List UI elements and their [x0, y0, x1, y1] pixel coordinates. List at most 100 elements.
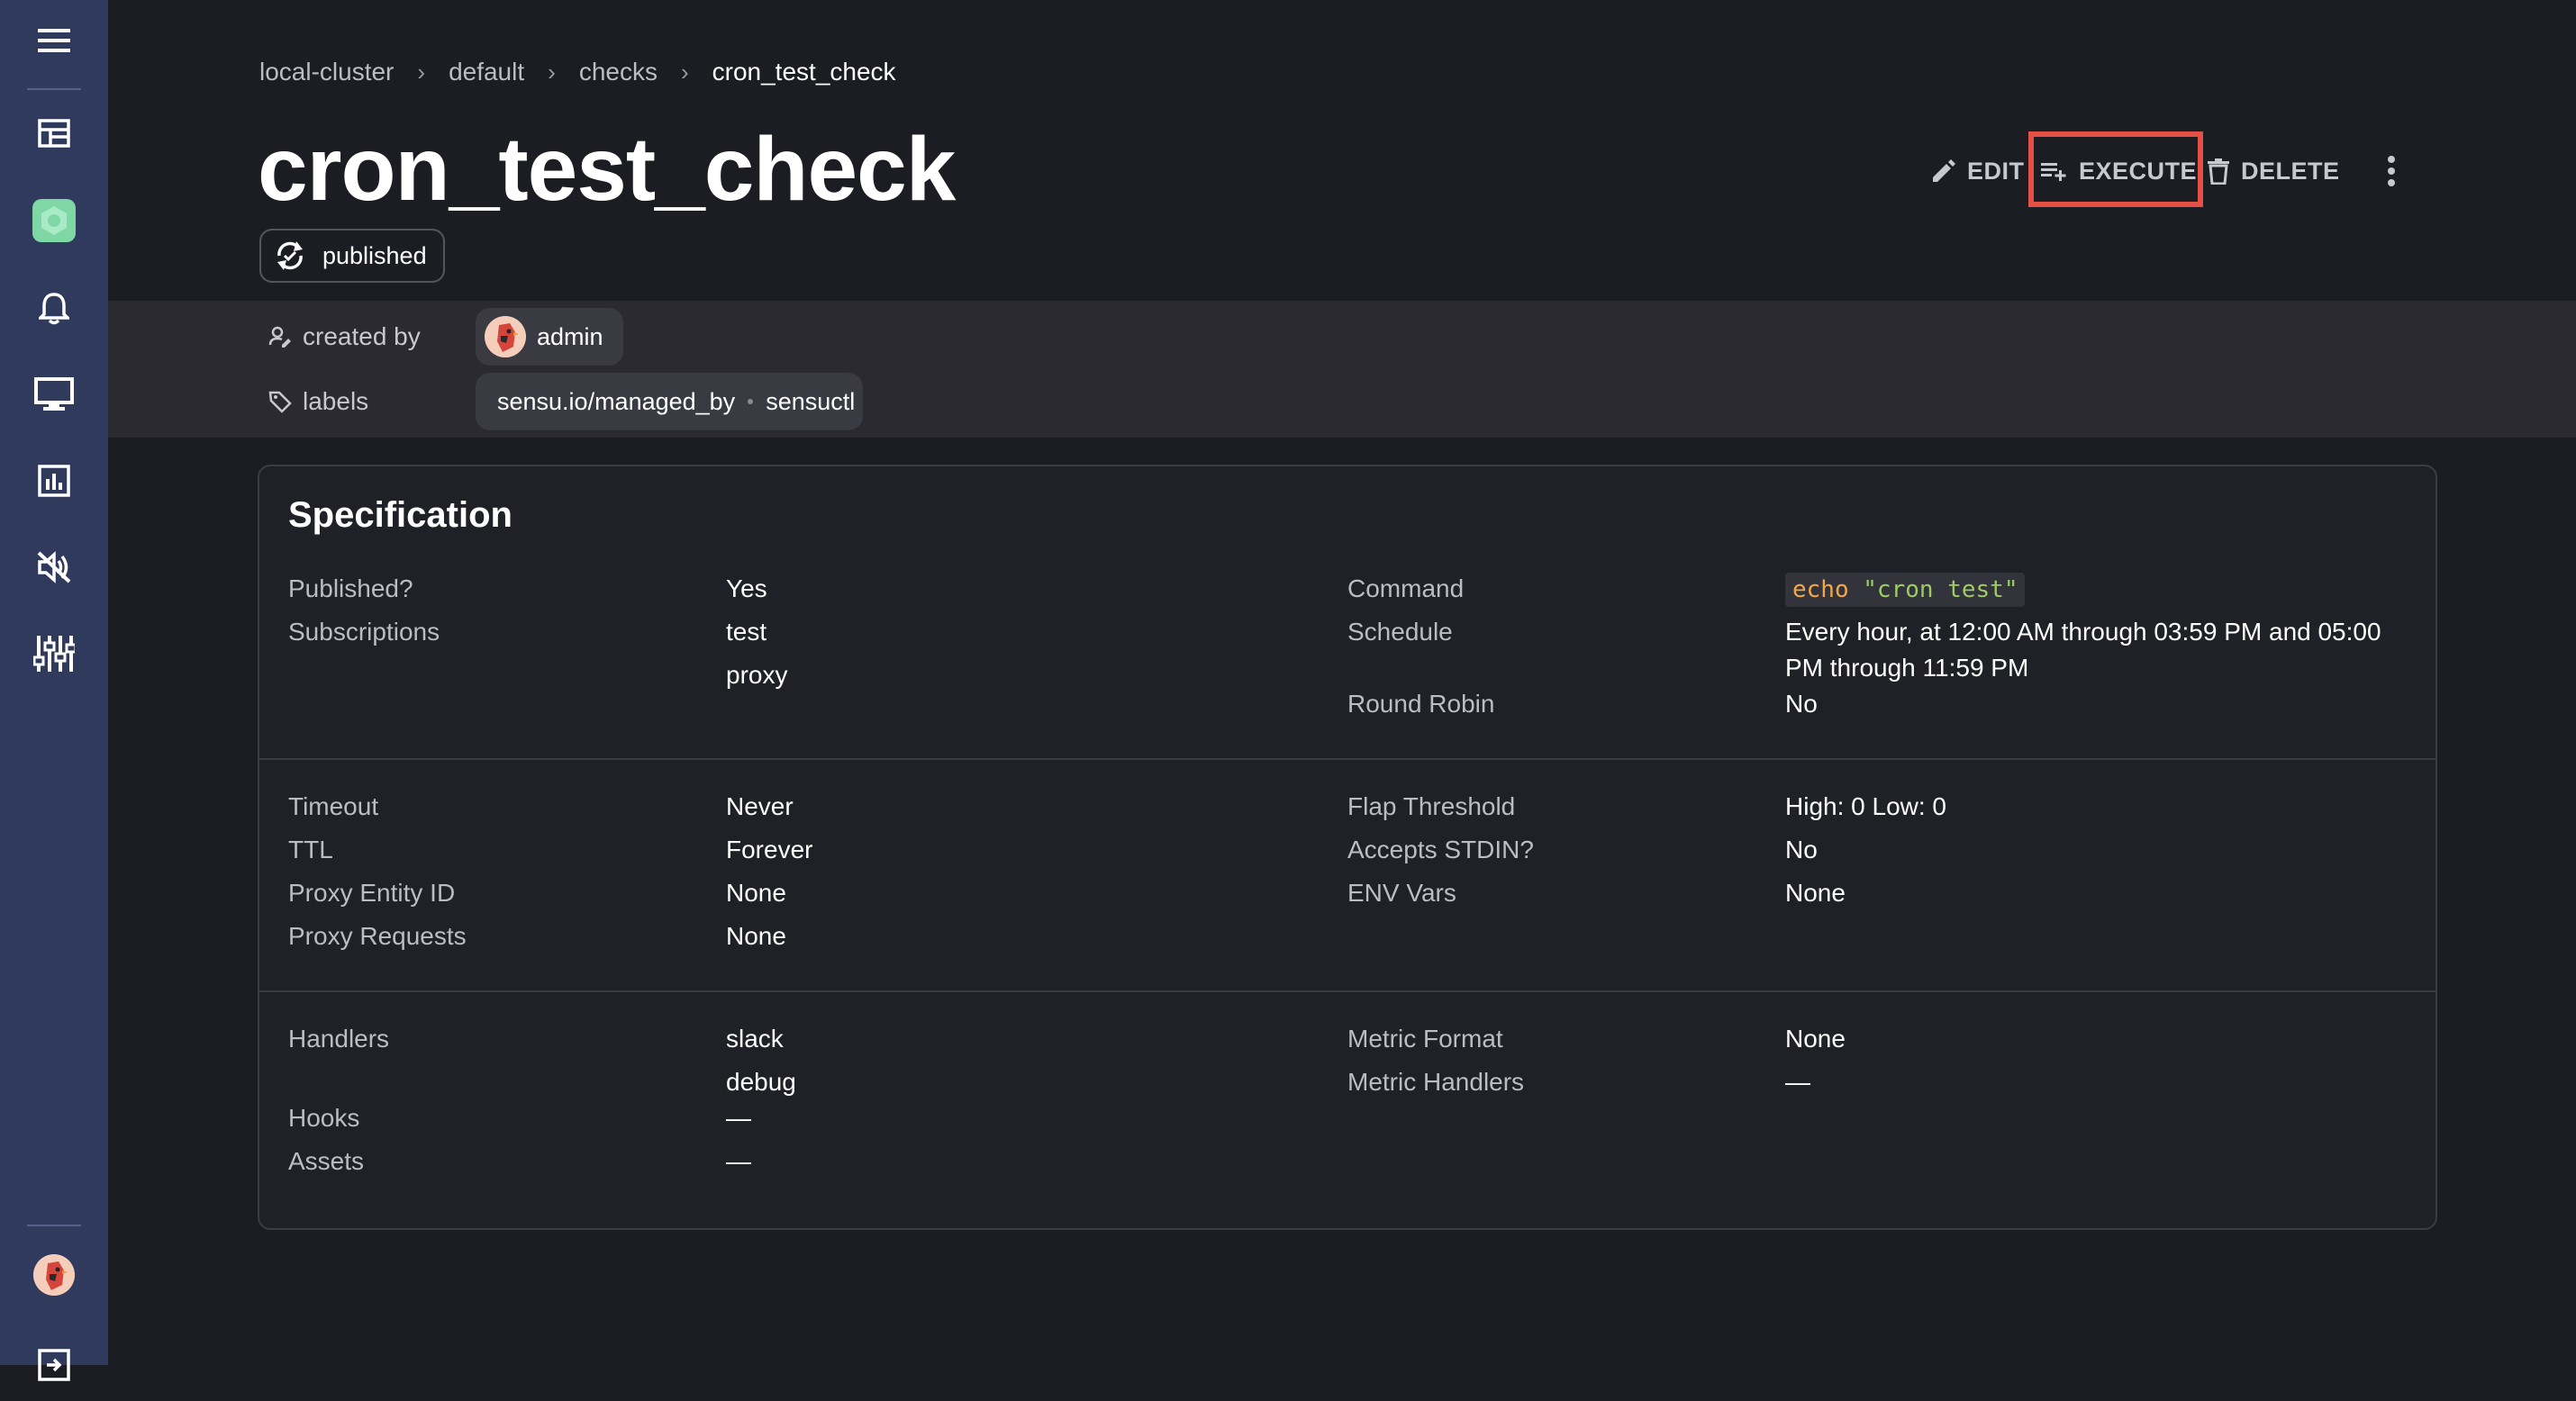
label-separator-dot	[748, 399, 754, 404]
breadcrumb-checks[interactable]: checks	[579, 58, 658, 86]
created-by-label: created by	[268, 319, 421, 355]
ttl-value: Forever	[726, 836, 813, 863]
user-avatar-button[interactable]	[0, 1239, 108, 1311]
flap-threshold-value: High: 0 Low: 0	[1785, 792, 1946, 820]
sliders-icon	[33, 636, 75, 672]
status-badge-label: published	[322, 241, 427, 269]
avatar	[33, 1254, 75, 1296]
hooks-value: —	[726, 1104, 751, 1132]
timeout-value: Never	[726, 792, 794, 820]
menu-button[interactable]	[0, 5, 108, 77]
more-vert-icon	[2388, 156, 2395, 186]
more-options-button[interactable]	[2378, 135, 2405, 207]
status-badge: published	[259, 229, 445, 283]
breadcrumb-cluster[interactable]: local-cluster	[259, 58, 394, 86]
env-vars-value: None	[1785, 879, 1846, 907]
sidebar-item-configuration[interactable]	[0, 618, 108, 690]
schedule-label: Schedule	[1347, 618, 1453, 646]
created-by-chip[interactable]: admin	[476, 308, 623, 366]
namespace-icon	[32, 199, 76, 242]
breadcrumb-separator: ›	[680, 58, 689, 86]
trash-icon	[2208, 158, 2229, 185]
edit-button-label: EDIT	[1967, 157, 2025, 185]
proxy-requests-label: Proxy Requests	[288, 922, 467, 950]
subscription-item[interactable]: test	[726, 614, 766, 650]
edit-button[interactable]: EDIT	[1929, 135, 2025, 207]
dashboard-icon	[38, 119, 70, 148]
schedule-value-line1: Every hour, at 12:00 AM through 03:59 PM…	[1785, 618, 2381, 646]
label-key: sensu.io/managed_by	[497, 387, 736, 415]
sidebar-item-dashboard[interactable]	[0, 97, 108, 169]
menu-icon	[38, 29, 70, 52]
accepts-stdin-value: No	[1785, 836, 1818, 863]
handler-item[interactable]: debug	[726, 1064, 796, 1100]
subscriptions-label: Subscriptions	[288, 618, 440, 646]
sidebar-item-silences[interactable]	[0, 531, 108, 603]
metric-handlers-label: Metric Handlers	[1347, 1068, 1525, 1096]
assets-label: Assets	[288, 1147, 365, 1175]
user-edit-icon	[268, 326, 291, 348]
label-value: sensuctl	[766, 387, 856, 415]
metric-handlers-value: —	[1785, 1068, 1810, 1096]
published-value: Yes	[726, 574, 767, 602]
proxy-entity-label: Proxy Entity ID	[288, 879, 456, 907]
bell-icon	[39, 293, 69, 325]
subscription-item[interactable]: proxy	[726, 657, 787, 693]
hooks-label: Hooks	[288, 1104, 360, 1132]
command-value: echo "cron test"	[1785, 573, 2026, 607]
command-string: "cron test"	[1863, 576, 2018, 603]
exit-icon	[38, 1349, 70, 1381]
section-divider	[259, 758, 2435, 760]
breadcrumb-separator: ›	[548, 58, 556, 86]
round-robin-label: Round Robin	[1347, 690, 1495, 718]
round-robin-value: No	[1785, 690, 1818, 718]
sidebar-item-checks[interactable]	[0, 445, 108, 517]
created-by-user: admin	[537, 322, 603, 350]
section-divider	[259, 990, 2435, 992]
command-keyword: echo	[1792, 576, 1849, 603]
monitor-icon	[34, 377, 74, 411]
labels-text: labels	[303, 387, 369, 415]
label-chip[interactable]: sensu.io/managed_by sensuctl	[476, 373, 863, 430]
handlers-label: Handlers	[288, 1025, 390, 1053]
env-vars-label: ENV Vars	[1347, 879, 1456, 907]
specification-title: Specification	[288, 495, 512, 535]
breadcrumb-current: cron_test_check	[712, 58, 896, 86]
accepts-stdin-label: Accepts STDIN?	[1347, 836, 1534, 863]
handler-item[interactable]: slack	[726, 1021, 784, 1057]
breadcrumb-separator: ›	[417, 58, 426, 86]
sidebar-divider	[27, 88, 81, 90]
proxy-entity-value: None	[726, 879, 786, 907]
execute-highlight-box	[2028, 131, 2203, 207]
specification-card: Specification Published? Yes Subscriptio…	[258, 465, 2437, 1230]
breadcrumb-namespace[interactable]: default	[449, 58, 524, 86]
pencil-icon	[1933, 159, 1955, 182]
created-by-text: created by	[303, 322, 421, 350]
sidebar	[0, 0, 108, 1381]
published-label: Published?	[288, 574, 413, 602]
avatar	[485, 316, 526, 357]
delete-button-label: DELETE	[2241, 157, 2340, 185]
sidebar-divider	[27, 1225, 81, 1226]
assets-value: —	[726, 1147, 751, 1175]
page-title: cron_test_check	[258, 119, 956, 220]
published-icon	[277, 241, 303, 270]
sidebar-item-events[interactable]	[0, 272, 108, 344]
proxy-requests-value: None	[726, 922, 786, 950]
ttl-label: TTL	[288, 836, 333, 863]
flap-threshold-label: Flap Threshold	[1347, 792, 1516, 820]
delete-button[interactable]: DELETE	[2207, 135, 2340, 207]
sidebar-item-logout[interactable]	[0, 1329, 108, 1401]
sidebar-item-entities[interactable]	[0, 358, 108, 430]
chart-icon	[38, 465, 70, 497]
labels-label: labels	[268, 384, 368, 420]
breadcrumb: local-cluster › default › checks › cron_…	[259, 56, 896, 88]
command-label: Command	[1347, 574, 1465, 602]
timeout-label: Timeout	[288, 792, 379, 820]
sidebar-item-namespace[interactable]	[0, 185, 108, 257]
volume-off-icon	[37, 551, 71, 583]
metric-format-label: Metric Format	[1347, 1025, 1503, 1053]
schedule-value-line2: PM through 11:59 PM	[1785, 654, 2029, 682]
metric-format-value: None	[1785, 1025, 1846, 1053]
tag-icon	[268, 391, 292, 413]
